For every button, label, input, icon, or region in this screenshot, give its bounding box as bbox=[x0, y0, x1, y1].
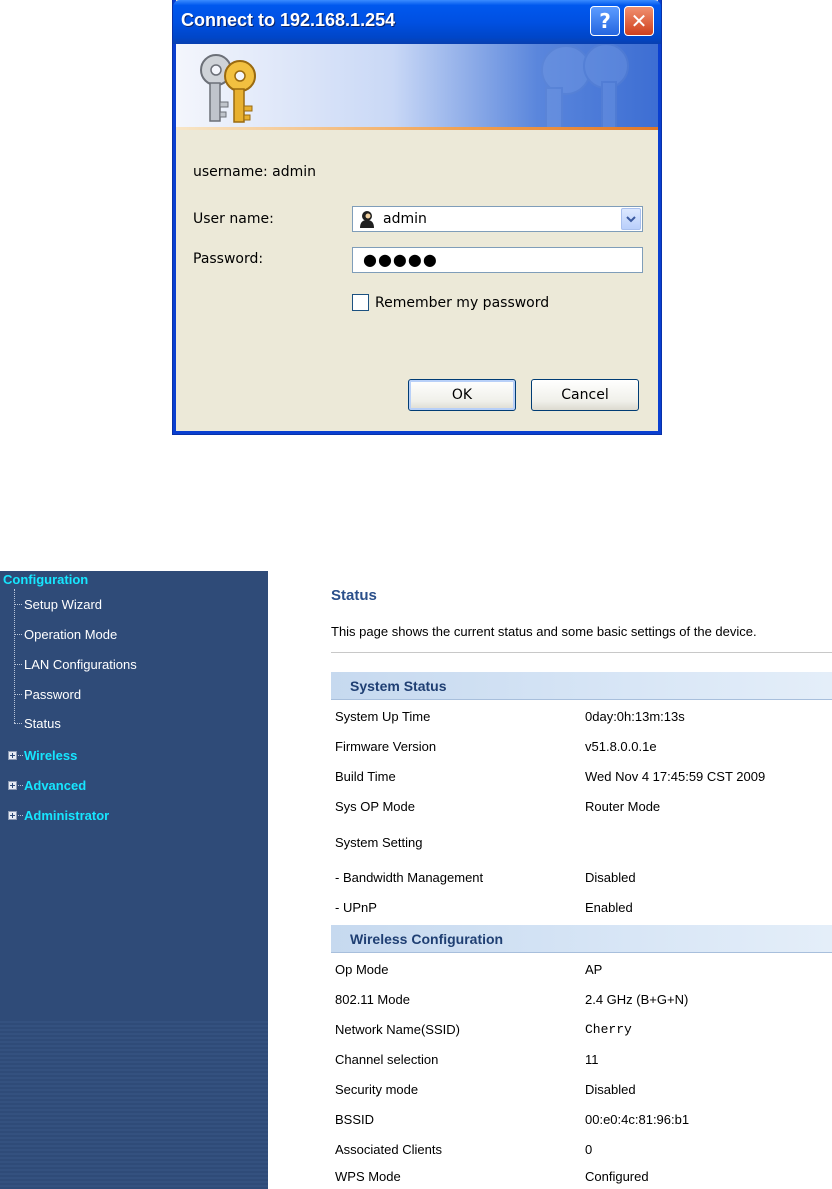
row-label: Op Mode bbox=[335, 962, 389, 977]
dialog-title: Connect to 192.168.1.254 bbox=[181, 10, 396, 30]
row-label: Associated Clients bbox=[335, 1142, 442, 1157]
sidebar-group-administrator[interactable]: Administrator bbox=[8, 808, 109, 823]
section-header-system-status: System Status bbox=[331, 672, 832, 700]
row-value: 11 bbox=[585, 1052, 599, 1067]
expand-plus-icon[interactable] bbox=[8, 811, 17, 820]
tree-connector bbox=[14, 589, 15, 723]
sidebar-item-password[interactable]: Password bbox=[24, 687, 81, 702]
row-value: Configured bbox=[585, 1169, 649, 1184]
row-label: Security mode bbox=[335, 1082, 419, 1097]
row-value: Disabled bbox=[585, 1082, 636, 1097]
banner-divider bbox=[176, 127, 658, 130]
tree-tick bbox=[14, 694, 22, 695]
sidebar-item-setup-wizard[interactable]: Setup Wizard bbox=[24, 597, 102, 612]
row-label: WPS Mode bbox=[335, 1169, 401, 1184]
divider bbox=[331, 652, 832, 653]
row-value: Enabled bbox=[585, 900, 633, 915]
dialog-titlebar[interactable]: Connect to 192.168.1.254 ? ✕ bbox=[173, 0, 661, 44]
row-value: 2.4 GHz (B+G+N) bbox=[585, 992, 689, 1007]
row-label: 802.11 Mode bbox=[335, 992, 410, 1007]
password-value: ●●●●● bbox=[363, 250, 438, 269]
section-title: Wireless Configuration bbox=[350, 931, 504, 947]
expand-plus-icon[interactable] bbox=[8, 781, 17, 790]
row-value: 0day:0h:13m:13s bbox=[585, 709, 685, 724]
keys-watermark-icon bbox=[541, 44, 629, 130]
tree-tick bbox=[14, 664, 22, 665]
ok-button[interactable]: OK bbox=[408, 379, 516, 411]
nav-configuration[interactable]: Configuration bbox=[3, 572, 88, 587]
login-dialog: Connect to 192.168.1.254 ? ✕ username: a… bbox=[173, 0, 661, 434]
section-title: System Status bbox=[350, 678, 447, 694]
cancel-button[interactable]: Cancel bbox=[531, 379, 639, 411]
row-label: Channel selection bbox=[335, 1052, 439, 1067]
row-label: System Up Time bbox=[335, 709, 431, 724]
user-icon bbox=[360, 211, 374, 228]
row-label: System Setting bbox=[335, 835, 423, 850]
row-value: Cherry bbox=[585, 1022, 632, 1037]
tree-tick bbox=[14, 604, 22, 605]
remember-password-checkbox[interactable] bbox=[352, 294, 369, 311]
sidebar-group-advanced[interactable]: Advanced bbox=[8, 778, 86, 793]
remember-password-label[interactable]: Remember my password bbox=[375, 295, 549, 311]
username-dropdown-button[interactable] bbox=[621, 208, 641, 230]
password-label: Password: bbox=[193, 251, 264, 267]
sidebar-item-status[interactable]: Status bbox=[24, 716, 61, 731]
row-value: AP bbox=[585, 962, 603, 977]
row-label: Build Time bbox=[335, 769, 396, 784]
sidebar-group-wireless[interactable]: Wireless bbox=[8, 748, 77, 763]
username-value: admin bbox=[383, 211, 427, 227]
row-label: - Bandwidth Management bbox=[335, 870, 484, 885]
row-label: - UPnP bbox=[335, 900, 377, 915]
page-description: This page shows the current status and s… bbox=[331, 624, 757, 639]
help-button[interactable]: ? bbox=[590, 6, 620, 36]
keys-icon bbox=[200, 54, 256, 123]
tree-tick bbox=[14, 723, 22, 724]
sidebar-group-label: Administrator bbox=[24, 808, 110, 823]
row-value: Router Mode bbox=[585, 799, 661, 814]
row-value: Wed Nov 4 17:45:59 CST 2009 bbox=[585, 769, 766, 784]
realm-text: username: admin bbox=[193, 164, 317, 180]
row-label: BSSID bbox=[335, 1112, 375, 1127]
username-combobox[interactable]: admin bbox=[352, 206, 643, 232]
row-value: v51.8.0.0.1e bbox=[585, 739, 657, 754]
sidebar: Configuration Setup Wizard Operation Mod… bbox=[0, 571, 268, 1189]
sidebar-stripes bbox=[0, 1019, 268, 1189]
row-value: 0 bbox=[585, 1142, 593, 1157]
tree-tick bbox=[14, 634, 22, 635]
sidebar-item-operation-mode[interactable]: Operation Mode bbox=[24, 627, 117, 642]
password-field[interactable]: ●●●●● bbox=[352, 247, 643, 273]
dialog-banner bbox=[176, 44, 658, 130]
sidebar-group-label: Advanced bbox=[24, 778, 87, 793]
sidebar-group-label: Wireless bbox=[24, 748, 78, 763]
row-label: Network Name(SSID) bbox=[335, 1022, 460, 1037]
close-button[interactable]: ✕ bbox=[624, 6, 654, 36]
username-label: User name: bbox=[193, 211, 274, 227]
row-label: Sys OP Mode bbox=[335, 799, 415, 814]
row-value: Disabled bbox=[585, 870, 636, 885]
expand-plus-icon[interactable] bbox=[8, 751, 17, 760]
chevron-down-icon bbox=[626, 215, 636, 222]
row-label: Firmware Version bbox=[335, 739, 437, 754]
section-header-wireless-configuration: Wireless Configuration bbox=[331, 925, 832, 953]
sidebar-item-lan-configurations[interactable]: LAN Configurations bbox=[24, 657, 137, 672]
page-title: Status bbox=[331, 587, 377, 604]
row-value: 00:e0:4c:81:96:b1 bbox=[585, 1112, 690, 1127]
